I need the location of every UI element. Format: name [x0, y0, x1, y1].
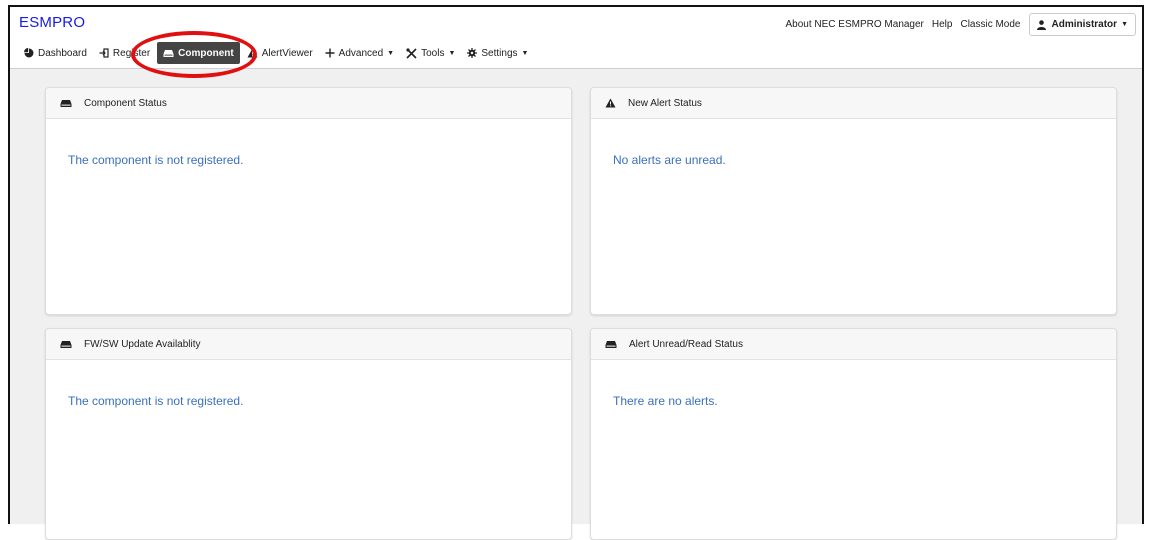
card-message: The component is not registered.	[68, 153, 244, 167]
dashboard-content: Component Status The component is not re…	[10, 69, 1142, 540]
user-menu-button[interactable]: Administrator ▼	[1028, 13, 1136, 36]
nav-item-alertviewer[interactable]: AlertViewer	[242, 42, 318, 64]
top-right-menu: About NEC ESMPRO Manager Help Classic Mo…	[778, 13, 1136, 36]
component-icon	[60, 99, 72, 108]
alert-icon	[247, 48, 258, 58]
classic-mode-link[interactable]: Classic Mode	[960, 19, 1020, 30]
nav-item-label: Advanced	[338, 47, 384, 59]
card-title: Alert Unread/Read Status	[629, 338, 743, 350]
warning-icon	[605, 98, 616, 108]
card-message: No alerts are unread.	[613, 153, 726, 167]
user-icon	[1036, 19, 1046, 30]
nav-item-register[interactable]: Register	[94, 42, 155, 64]
chevron-down-icon: ▼	[387, 49, 395, 57]
nav-item-label: Dashboard	[38, 47, 87, 59]
component-icon	[605, 340, 617, 349]
nav-item-label: Component	[178, 47, 234, 59]
tools-icon	[406, 47, 417, 59]
card-header: Component Status	[46, 88, 571, 119]
card-header: Alert Unread/Read Status	[591, 329, 1116, 360]
chevron-down-icon: ▼	[1121, 21, 1128, 28]
main-nav: Dashboard Register Component AlertViewer	[19, 42, 535, 64]
dashboard-icon	[24, 48, 34, 58]
card-title: Component Status	[84, 97, 167, 109]
plus-icon	[325, 48, 335, 58]
component-status-card: Component Status The component is not re…	[45, 87, 572, 315]
component-icon	[163, 49, 174, 58]
nav-item-label: AlertViewer	[261, 47, 313, 59]
chevron-down-icon: ▼	[521, 49, 529, 57]
nav-item-dashboard[interactable]: Dashboard	[19, 42, 92, 64]
nav-item-label: Register	[112, 47, 151, 59]
nav-item-tools[interactable]: Tools ▼	[401, 42, 460, 64]
card-message: There are no alerts.	[613, 394, 718, 408]
component-icon	[60, 340, 72, 349]
chevron-down-icon: ▼	[448, 49, 456, 57]
card-title: FW/SW Update Availablity	[84, 338, 201, 350]
about-link[interactable]: About NEC ESMPRO Manager	[786, 19, 924, 30]
card-header: New Alert Status	[591, 88, 1116, 119]
nav-item-settings[interactable]: Settings ▼	[462, 42, 533, 64]
gear-icon	[467, 48, 478, 58]
nav-item-label: Settings	[481, 47, 518, 59]
help-link[interactable]: Help	[932, 19, 953, 30]
card-title: New Alert Status	[628, 97, 702, 109]
card-header: FW/SW Update Availablity	[46, 329, 571, 360]
new-alert-status-card: New Alert Status No alerts are unread.	[590, 87, 1117, 315]
fw-sw-update-card: FW/SW Update Availablity The component i…	[45, 328, 572, 540]
app-logo[interactable]: ESMPRO	[19, 14, 85, 31]
top-navbar: ESMPRO Dashboard Register Component Aler…	[10, 7, 1142, 69]
alert-unread-read-card: Alert Unread/Read Status There are no al…	[590, 328, 1117, 540]
nav-item-advanced[interactable]: Advanced ▼	[320, 42, 399, 64]
app-window: ESMPRO Dashboard Register Component Aler…	[8, 5, 1144, 540]
nav-item-component[interactable]: Component	[157, 42, 240, 64]
register-icon	[99, 48, 109, 58]
user-name: Administrator	[1051, 19, 1118, 30]
nav-item-label: Tools	[421, 47, 445, 59]
card-message: The component is not registered.	[68, 394, 244, 408]
